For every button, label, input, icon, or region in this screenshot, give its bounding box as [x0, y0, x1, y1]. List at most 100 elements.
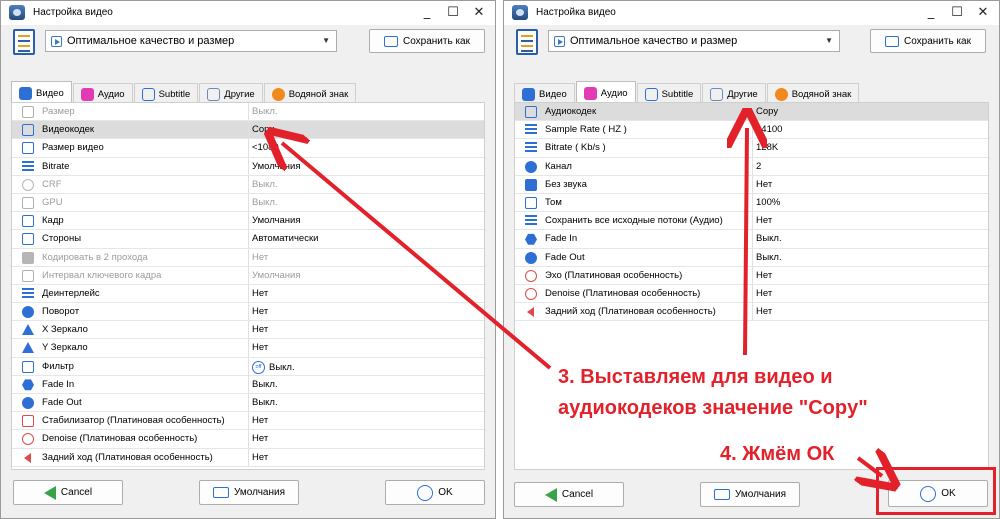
table-row[interactable]: Аудиокодек Copy	[515, 103, 988, 122]
tab-video[interactable]: Видео	[514, 83, 575, 104]
table-row[interactable]: Bitrate Умолчания	[12, 157, 484, 176]
tab-audio[interactable]: Аудио	[575, 81, 636, 104]
table-row[interactable]: Интервал ключевого кадра Умолчания	[12, 266, 484, 285]
maximize-button[interactable]: ☐	[441, 3, 465, 23]
row-value[interactable]: Нет	[252, 252, 268, 263]
row-value[interactable]: Copy	[252, 124, 274, 135]
profile-selected: Оптимальное качество и размер	[570, 35, 738, 47]
defaults-button[interactable]: Умолчания	[700, 482, 800, 507]
tab-other[interactable]: Другие	[702, 83, 766, 104]
table-row[interactable]: Bitrate ( Kb/s ) 128K	[515, 139, 988, 158]
table-row[interactable]: Задний ход (Платиновая особенность) Нет	[515, 303, 988, 322]
table-row[interactable]: Том 100%	[515, 193, 988, 213]
row-value[interactable]: Умолчания	[252, 270, 300, 281]
row-value[interactable]: Нет	[756, 306, 772, 317]
row-value[interactable]: Выкл.	[252, 197, 278, 208]
table-row[interactable]: Fade Out Выкл.	[12, 394, 484, 413]
row-value[interactable]: Нет	[756, 215, 772, 226]
tab-subtitle[interactable]: Subtitle	[636, 83, 702, 104]
row-value[interactable]: Нет	[252, 288, 268, 299]
profile-dropdown[interactable]: Оптимальное качество и размер ▼	[45, 30, 337, 52]
table-row[interactable]: Без звука Нет	[515, 175, 988, 194]
table-row[interactable]: Фильтр off Выкл.	[12, 357, 484, 376]
tab-other[interactable]: Другие	[199, 83, 263, 104]
row-value[interactable]: Нет	[756, 179, 772, 190]
table-row[interactable]: Деинтерлейс Нет	[12, 284, 484, 304]
close-button[interactable]: ✕	[971, 3, 995, 23]
row-value[interactable]: 100%	[756, 197, 780, 208]
row-value[interactable]: Выкл.	[756, 233, 782, 244]
row-value[interactable]: Нет	[252, 324, 268, 335]
tab-audio[interactable]: Аудио	[72, 83, 133, 104]
save-as-button[interactable]: Сохранить как	[870, 29, 986, 53]
table-row[interactable]: Denoise (Платиновая особенность) Нет	[12, 430, 484, 449]
table-row[interactable]: GPU Выкл.	[12, 193, 484, 213]
row-value[interactable]: Автоматически	[252, 233, 318, 244]
table-row[interactable]: Поворот Нет	[12, 303, 484, 322]
row-value[interactable]: Выкл.	[756, 252, 782, 263]
row-value[interactable]: Выкл.	[252, 379, 278, 390]
tab-video[interactable]: Видео	[11, 81, 72, 104]
row-value[interactable]: Умолчания	[252, 161, 300, 172]
save-as-button[interactable]: Сохранить как	[369, 29, 485, 53]
table-row[interactable]: Видеокодек Copy	[12, 121, 484, 140]
row-value[interactable]: Нет	[252, 415, 268, 426]
table-row[interactable]: Эхо (Платиновая особенность) Нет	[515, 266, 988, 285]
row-value[interactable]: <1080	[252, 142, 279, 153]
maximize-button[interactable]: ☐	[945, 3, 969, 23]
tab-subtitle[interactable]: Subtitle	[133, 83, 199, 104]
tab-watermark[interactable]: Водяной знак	[263, 83, 357, 104]
cancel-button[interactable]: Cancel	[13, 480, 123, 505]
row-value[interactable]: Нет	[252, 433, 268, 444]
row-value[interactable]: 44100	[756, 124, 782, 135]
table-row[interactable]: Стороны Автоматически	[12, 230, 484, 249]
minimize-button[interactable]: _	[415, 3, 439, 23]
row-value[interactable]: Нет	[252, 342, 268, 353]
row-label: Fade In	[545, 233, 578, 245]
table-row[interactable]: Denoise (Платиновая особенность) Нет	[515, 284, 988, 304]
table-row[interactable]: Сохранить все исходные потоки (Аудио) Нет	[515, 212, 988, 231]
close-button[interactable]: ✕	[467, 3, 491, 23]
row-value[interactable]: Нет	[252, 452, 268, 463]
column-divider	[248, 284, 249, 303]
table-row[interactable]: Размер видео <1080	[12, 139, 484, 158]
row-label: X Зеркало	[42, 324, 88, 336]
row-label: Denoise (Платиновая особенность)	[42, 433, 198, 445]
row-value[interactable]: Нет	[252, 306, 268, 317]
profile-dropdown[interactable]: Оптимальное качество и размер ▼	[548, 30, 840, 52]
defaults-button[interactable]: Умолчания	[199, 480, 299, 505]
table-row[interactable]: CRF Выкл.	[12, 175, 484, 194]
cancel-button[interactable]: Cancel	[514, 482, 624, 507]
table-row[interactable]: Y Зеркало Нет	[12, 339, 484, 358]
row-value[interactable]: Нет	[756, 288, 772, 299]
table-row[interactable]: Sample Rate ( HZ ) 44100	[515, 121, 988, 140]
row-value[interactable]: Нет	[756, 270, 772, 281]
row-value[interactable]: Умолчания	[252, 215, 300, 226]
row-value-text: Нет	[756, 287, 773, 299]
table-row[interactable]: Fade In Выкл.	[12, 375, 484, 394]
table-row[interactable]: Канал 2	[515, 157, 988, 176]
tab-watermark[interactable]: Водяной знак	[766, 83, 860, 104]
row-value[interactable]: 128K	[756, 142, 778, 153]
row-value-text: Выкл.	[252, 196, 278, 208]
table-row[interactable]: X Зеркало Нет	[12, 321, 484, 340]
row-value[interactable]: 2	[756, 161, 761, 172]
row-value[interactable]: Выкл.	[252, 179, 278, 190]
row-value[interactable]: off Выкл.	[252, 360, 295, 374]
table-row[interactable]: Fade In Выкл.	[515, 230, 988, 249]
row-value[interactable]: Выкл.	[252, 397, 278, 408]
row-value[interactable]: Copy	[756, 106, 778, 117]
ok-button[interactable]: OK	[385, 480, 485, 505]
table-row[interactable]: Fade Out Выкл.	[515, 248, 988, 267]
fade-in-icon	[525, 233, 537, 245]
table-row[interactable]: Стабилизатор (Платиновая особенность) Нет	[12, 412, 484, 431]
row-value-text: Нет	[252, 433, 269, 445]
row-value[interactable]: Выкл.	[252, 106, 278, 117]
table-row[interactable]: Размер Выкл.	[12, 103, 484, 122]
row-value-text: Выкл.	[756, 233, 782, 245]
table-row[interactable]: Кадр Умолчания	[12, 212, 484, 231]
table-row[interactable]: Задний ход (Платиновая особенность) Нет	[12, 448, 484, 467]
back-arrow-icon	[43, 485, 56, 500]
minimize-button[interactable]: _	[919, 3, 943, 23]
table-row[interactable]: Кодировать в 2 прохода Нет	[12, 248, 484, 267]
